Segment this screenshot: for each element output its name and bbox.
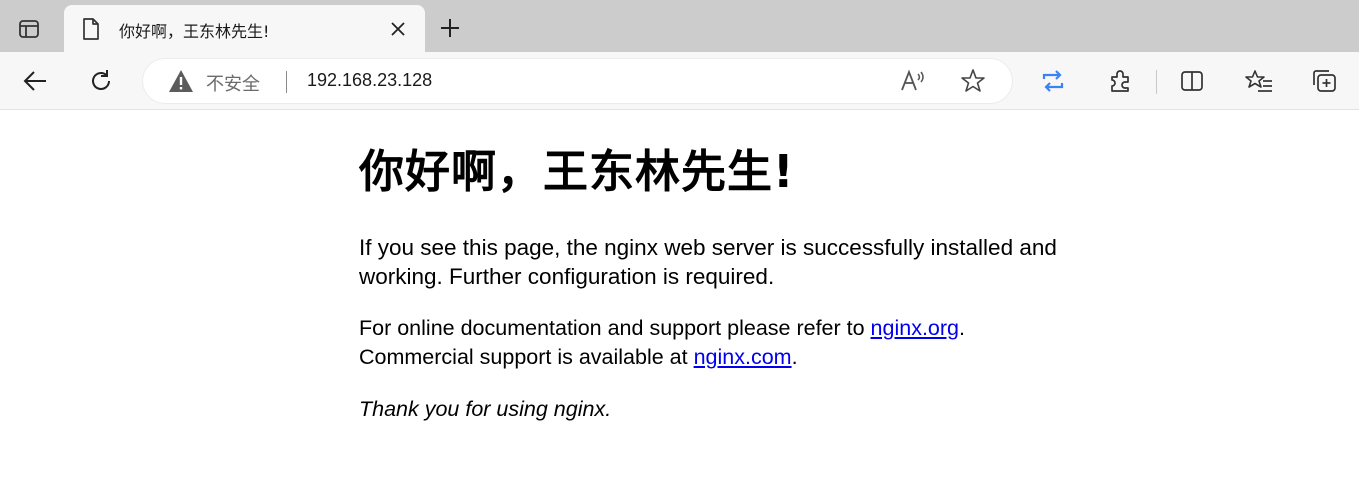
- refresh-icon[interactable]: [82, 62, 120, 100]
- thanks-paragraph: Thank you for using nginx.: [359, 395, 1129, 424]
- toolbar-divider: [1156, 70, 1157, 94]
- tab-title: 你好啊，王东林先生!: [119, 22, 270, 41]
- tab-actions-icon[interactable]: [10, 10, 48, 48]
- active-tab[interactable]: 你好啊，王东林先生!: [64, 5, 425, 52]
- docs-text: For online documentation and support ple…: [359, 316, 871, 340]
- extensions-icon[interactable]: [1101, 62, 1139, 100]
- commercial-text: Commercial support is available at: [359, 345, 694, 369]
- back-arrow-icon[interactable]: [16, 62, 54, 100]
- new-tab-icon[interactable]: [434, 12, 466, 44]
- address-bar[interactable]: 不安全 192.168.23.128: [143, 59, 1012, 103]
- url-field[interactable]: 192.168.23.128: [307, 70, 432, 91]
- commercial-period: .: [791, 345, 798, 369]
- favorites-icon[interactable]: [1240, 62, 1278, 100]
- sync-icon[interactable]: [1034, 62, 1072, 100]
- intro-paragraph: If you see this page, the nginx web serv…: [359, 235, 1057, 289]
- tab-strip: 你好啊，王东林先生!: [0, 0, 1359, 52]
- collections-icon[interactable]: [1306, 62, 1344, 100]
- nginx-com-link[interactable]: nginx.com: [694, 345, 792, 369]
- split-screen-icon[interactable]: [1173, 62, 1211, 100]
- page-viewport: 你好啊，王东林先生! If you see this page, the ngi…: [0, 111, 1359, 485]
- divider: [286, 71, 287, 93]
- nginx-org-link[interactable]: nginx.org: [871, 316, 959, 340]
- warning-icon[interactable]: [168, 69, 194, 93]
- read-aloud-icon[interactable]: [898, 67, 928, 95]
- security-status[interactable]: 不安全: [206, 70, 260, 96]
- docs-period: .: [959, 316, 965, 340]
- browser-toolbar: 不安全 192.168.23.128: [0, 52, 1359, 110]
- docs-paragraph: For online documentation and support ple…: [359, 314, 1129, 372]
- page-icon: [80, 17, 102, 41]
- close-icon[interactable]: [386, 17, 410, 41]
- nginx-welcome-page: 你好啊，王东林先生! If you see this page, the ngi…: [359, 141, 1129, 447]
- page-heading: 你好啊，王东林先生!: [359, 145, 795, 198]
- thanks-text: Thank you for using nginx.: [359, 397, 612, 421]
- favorite-star-icon[interactable]: [958, 67, 988, 95]
